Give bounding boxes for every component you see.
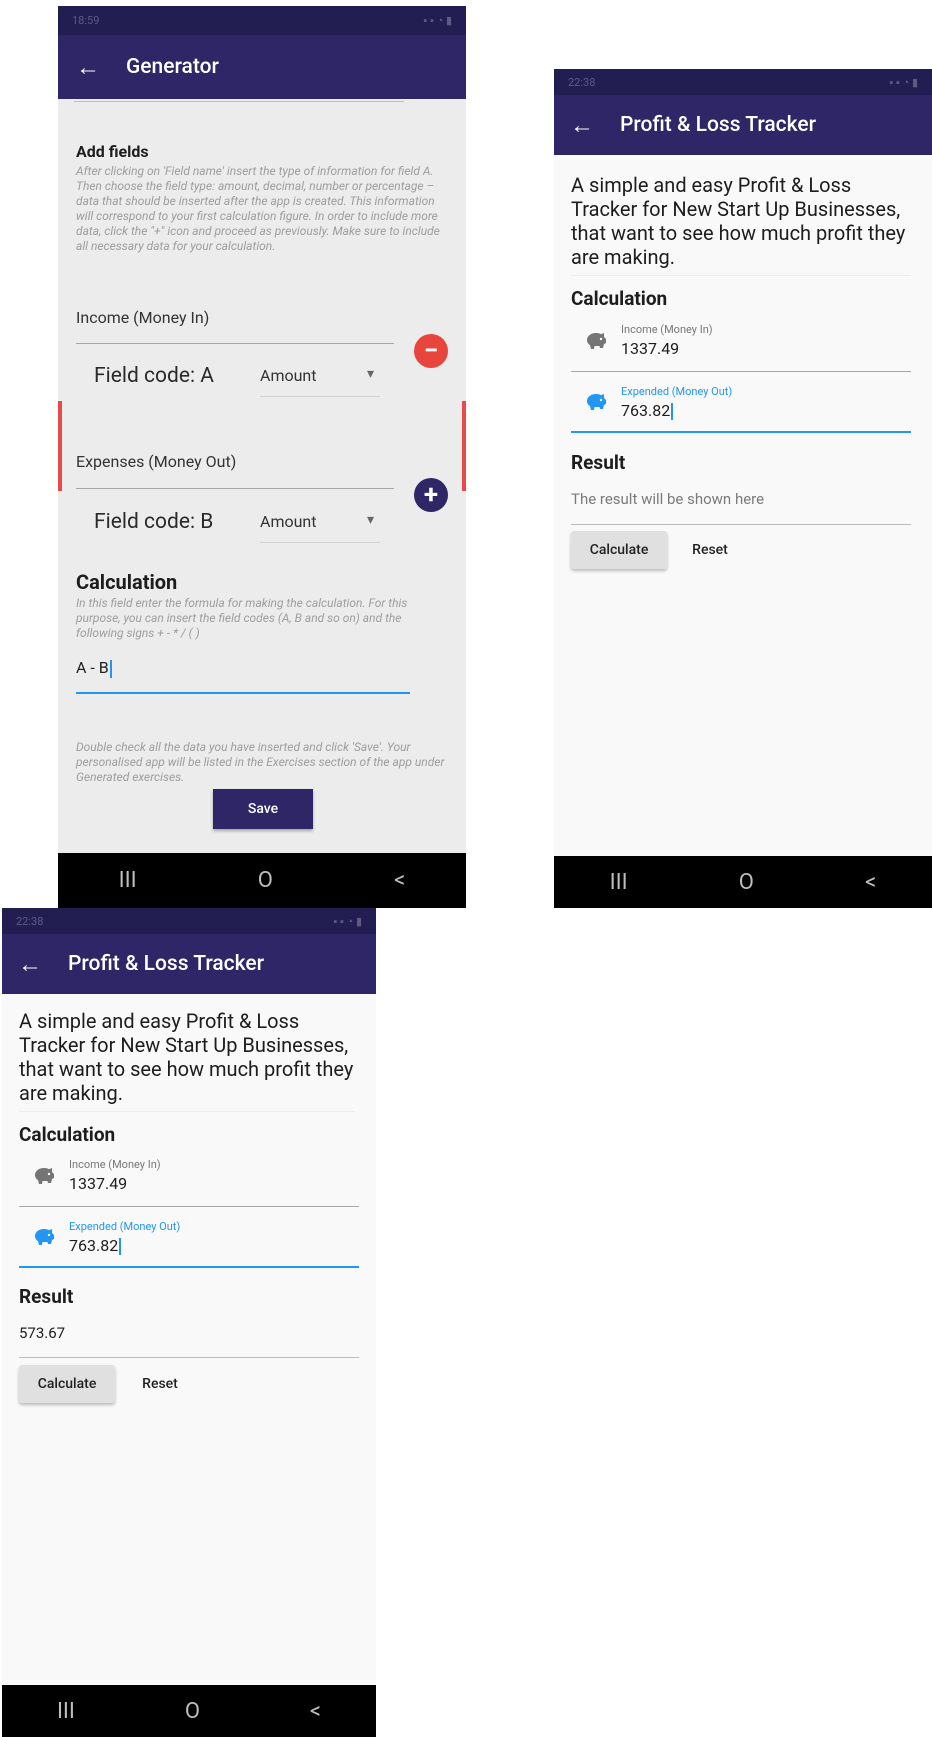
- reset-button[interactable]: Reset: [674, 531, 746, 569]
- home-icon[interactable]: O: [739, 870, 754, 895]
- system-nav-bar: III O <: [554, 856, 932, 908]
- status-time: 22:38: [16, 914, 44, 928]
- result-underline: [19, 1357, 359, 1358]
- calculation-heading: Calculation: [19, 1123, 116, 1146]
- status-bar: 22:38 ▪ ▪ ◔ ▮: [554, 69, 932, 95]
- app-description: A simple and easy Profit & Loss Tracker …: [571, 173, 906, 269]
- add-field-icon[interactable]: +: [414, 478, 448, 512]
- app-bar: ← Profit & Loss Tracker: [554, 95, 932, 155]
- page-title: Profit & Loss Tracker: [68, 952, 265, 976]
- result-output: The result will be shown here: [571, 490, 765, 508]
- expended-input[interactable]: 763.82: [621, 401, 674, 421]
- home-icon[interactable]: O: [185, 1699, 200, 1724]
- expended-label: Expended (Money Out): [69, 1220, 181, 1233]
- calculation-help: In this field enter the formula for maki…: [76, 596, 408, 640]
- text-cursor: [671, 403, 674, 421]
- recents-icon[interactable]: III: [57, 1699, 75, 1724]
- scroll-indicator-left: [58, 401, 62, 491]
- divider: [571, 275, 911, 276]
- status-bar: 18:59 ▪ ▪ ◔ ▮: [58, 6, 466, 35]
- add-fields-heading: Add fields: [76, 142, 149, 161]
- expended-underline-active: [19, 1266, 359, 1268]
- field-a-type-value: Amount: [260, 366, 317, 385]
- app-bar: ← Profit & Loss Tracker: [2, 934, 376, 994]
- back-arrow-icon[interactable]: ←: [10, 950, 50, 979]
- field-b-type-select[interactable]: Amount ▾: [260, 512, 380, 543]
- scroll-indicator-right: [462, 401, 466, 491]
- tracker-screen-result: 22:38 ▪ ▪ ◔ ▮ ← Profit & Loss Tracker A …: [2, 908, 376, 1737]
- chevron-down-icon: ▾: [366, 366, 374, 382]
- piggy-bank-icon: [587, 333, 606, 349]
- tracker-screen-empty: 22:38 ▪ ▪ ◔ ▮ ← Profit & Loss Tracker A …: [554, 69, 932, 908]
- calculate-button[interactable]: Calculate: [19, 1365, 115, 1403]
- income-label: Income (Money In): [69, 1158, 161, 1171]
- result-heading: Result: [571, 451, 626, 474]
- field-b-name-input[interactable]: Expenses (Money Out): [76, 452, 236, 471]
- text-cursor: [109, 659, 112, 678]
- result-heading: Result: [19, 1285, 74, 1308]
- remove-field-icon[interactable]: −: [414, 334, 448, 368]
- page-title: Generator: [126, 55, 219, 79]
- add-fields-help: After clicking on 'Field name' insert th…: [76, 164, 440, 253]
- status-icons: ▪ ▪ ◔ ▮: [889, 75, 918, 89]
- field-a-underline: [76, 343, 394, 344]
- formula-input[interactable]: A - B: [76, 658, 410, 694]
- field-a-type-select[interactable]: Amount ▾: [260, 366, 380, 397]
- expended-label: Expended (Money Out): [621, 385, 733, 398]
- page-title: Profit & Loss Tracker: [620, 113, 817, 137]
- status-time: 22:38: [568, 75, 596, 89]
- recents-icon[interactable]: III: [610, 870, 628, 895]
- app-description: A simple and easy Profit & Loss Tracker …: [19, 1009, 354, 1105]
- piggy-bank-icon: [35, 1229, 54, 1245]
- formula-value: A - B: [76, 658, 109, 677]
- field-b-underline: [76, 488, 394, 489]
- save-help: Double check all the data you have inser…: [76, 740, 445, 784]
- home-icon[interactable]: O: [258, 868, 273, 893]
- calculation-heading: Calculation: [76, 570, 178, 594]
- divider: [74, 101, 404, 102]
- income-label: Income (Money In): [621, 323, 713, 336]
- field-b-type-value: Amount: [260, 512, 317, 531]
- back-nav-icon[interactable]: <: [865, 870, 876, 895]
- back-nav-icon[interactable]: <: [310, 1699, 321, 1724]
- divider: [19, 1111, 355, 1112]
- status-bar: 22:38 ▪ ▪ ◔ ▮: [2, 908, 376, 934]
- expended-underline-active: [571, 431, 911, 433]
- calculate-button[interactable]: Calculate: [571, 531, 667, 569]
- generator-screen: 18:59 ▪ ▪ ◔ ▮ ← Generator Add fields Aft…: [58, 6, 466, 908]
- system-nav-bar: III O <: [2, 1685, 376, 1737]
- income-input[interactable]: 1337.49: [621, 339, 679, 358]
- app-bar: ← Generator: [58, 35, 466, 99]
- result-output: 573.67: [19, 1324, 66, 1342]
- income-underline: [571, 371, 911, 372]
- expended-value: 763.82: [69, 1236, 119, 1255]
- income-underline: [19, 1206, 359, 1207]
- status-time: 18:59: [72, 14, 100, 27]
- back-nav-icon[interactable]: <: [394, 868, 405, 893]
- text-cursor: [119, 1238, 122, 1256]
- chevron-down-icon: ▾: [366, 512, 374, 528]
- income-input[interactable]: 1337.49: [69, 1174, 127, 1193]
- expended-input[interactable]: 763.82: [69, 1236, 122, 1256]
- piggy-bank-icon: [35, 1168, 54, 1184]
- field-a-name-input[interactable]: Income (Money In): [76, 308, 209, 327]
- expended-value: 763.82: [621, 401, 671, 420]
- save-button[interactable]: Save: [213, 789, 313, 829]
- status-icons: ▪ ▪ ◔ ▮: [333, 914, 362, 928]
- status-icons: ▪ ▪ ◔ ▮: [423, 14, 452, 27]
- recents-icon[interactable]: III: [119, 868, 137, 893]
- reset-button[interactable]: Reset: [124, 1365, 196, 1403]
- piggy-bank-icon: [587, 394, 606, 410]
- back-arrow-icon[interactable]: ←: [68, 53, 108, 82]
- system-nav-bar: III O <: [58, 853, 466, 908]
- field-b-code: Field code: B: [94, 510, 214, 534]
- field-a-code: Field code: A: [94, 364, 214, 388]
- calculation-heading: Calculation: [571, 287, 668, 310]
- result-underline: [571, 524, 911, 525]
- back-arrow-icon[interactable]: ←: [562, 111, 602, 140]
